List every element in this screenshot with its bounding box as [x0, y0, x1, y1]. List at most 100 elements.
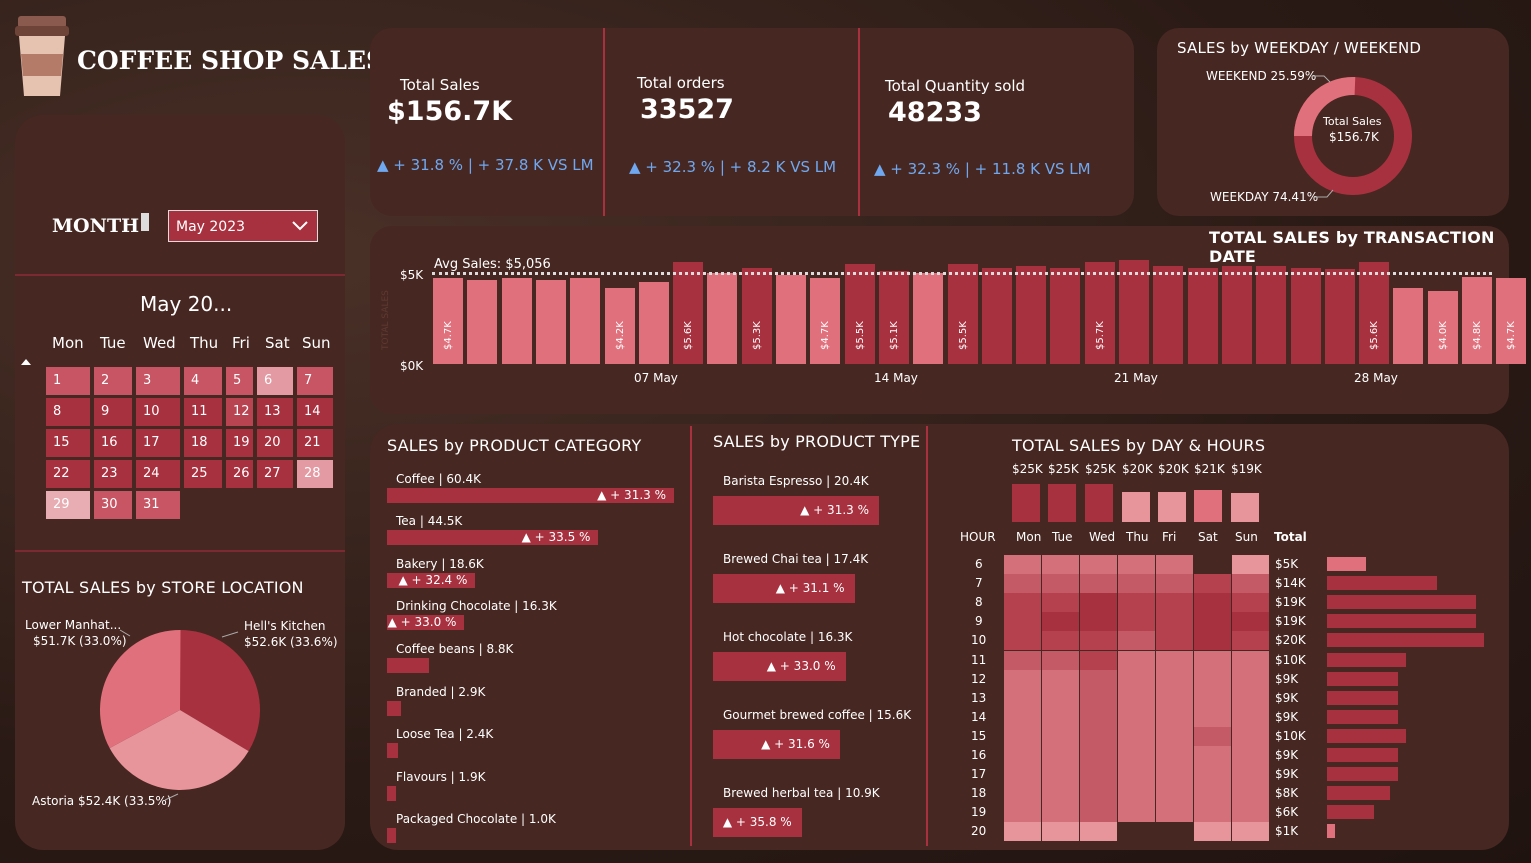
heatmap-cell[interactable] — [1194, 784, 1231, 804]
hour-total-bar[interactable] — [1327, 767, 1398, 782]
heatmap-cell[interactable] — [1118, 707, 1155, 727]
heatmap-cell[interactable] — [1042, 707, 1079, 727]
heatmap-cell[interactable] — [1156, 746, 1193, 765]
heatmap-cell[interactable] — [1232, 822, 1269, 842]
heatmap-cell[interactable] — [1118, 650, 1155, 670]
transaction-bar[interactable] — [981, 267, 1012, 364]
transaction-bar[interactable] — [913, 273, 944, 364]
hour-total-bar[interactable] — [1327, 748, 1398, 762]
heatmap-cell[interactable] — [1232, 707, 1269, 727]
heatmap-cell[interactable] — [1156, 631, 1193, 651]
transaction-bar[interactable] — [467, 280, 498, 364]
heatmap-cell[interactable] — [1004, 822, 1041, 842]
transaction-bar[interactable] — [1119, 260, 1149, 364]
heatmap-cell[interactable] — [1004, 803, 1041, 823]
heatmap-cell[interactable] — [1194, 669, 1231, 689]
hour-total-bar[interactable] — [1327, 614, 1477, 629]
heatmap-cell[interactable] — [1232, 803, 1269, 823]
transaction-bar[interactable] — [638, 282, 669, 364]
hour-total-bar[interactable] — [1327, 786, 1390, 801]
transaction-bar[interactable] — [1153, 265, 1184, 364]
day-total-bar[interactable] — [1231, 493, 1259, 522]
heatmap-cell[interactable] — [1194, 650, 1231, 670]
heatmap-cell[interactable] — [1232, 612, 1269, 632]
heatmap-cell[interactable] — [1004, 688, 1041, 708]
heatmap-cell[interactable] — [1080, 784, 1117, 804]
heatmap-cell[interactable] — [1194, 612, 1231, 632]
heatmap-cell[interactable] — [1118, 765, 1155, 785]
heatmap-cell[interactable] — [1080, 669, 1117, 689]
product-type-bar[interactable]: ▲ + 35.8 % — [713, 808, 802, 837]
heatmap-cell[interactable] — [1118, 726, 1155, 746]
heatmap-cell[interactable] — [1232, 650, 1269, 670]
heatmap-cell[interactable] — [1080, 650, 1117, 670]
hour-total-bar[interactable] — [1327, 805, 1375, 820]
hour-total-bar[interactable] — [1327, 652, 1406, 667]
heatmap-cell[interactable] — [1080, 707, 1117, 727]
category-bar[interactable]: ▲ + 31.3 % — [387, 488, 674, 503]
heatmap-cell[interactable] — [1194, 631, 1231, 651]
heatmap-cell[interactable] — [1156, 803, 1193, 823]
heatmap-cell[interactable] — [1232, 746, 1269, 765]
category-bar[interactable] — [387, 786, 397, 801]
product-type-bar[interactable]: ▲ + 31.1 % — [713, 574, 855, 603]
heatmap-cell[interactable] — [1156, 707, 1193, 727]
heatmap-cell[interactable] — [1232, 574, 1269, 594]
day-total-bar[interactable] — [1158, 491, 1186, 522]
heatmap-cell[interactable] — [1156, 688, 1193, 708]
heatmap-cell[interactable] — [1232, 631, 1269, 651]
heatmap-cell[interactable] — [1042, 593, 1079, 613]
heatmap-cell[interactable] — [1080, 765, 1117, 785]
transaction-bar[interactable] — [1393, 287, 1424, 364]
transaction-bar[interactable] — [1050, 267, 1081, 364]
heatmap-cell[interactable] — [1004, 726, 1041, 746]
heatmap-cell[interactable] — [1156, 726, 1193, 746]
heatmap-cell[interactable] — [1004, 707, 1041, 727]
heatmap-cell[interactable] — [1080, 803, 1117, 823]
heatmap-cell[interactable] — [1156, 669, 1193, 689]
heatmap-cell[interactable] — [1156, 574, 1193, 594]
heatmap-cell[interactable] — [1118, 688, 1155, 708]
heatmap-cell[interactable] — [1118, 593, 1155, 613]
category-bar[interactable] — [387, 701, 401, 716]
transaction-bar[interactable] — [707, 273, 738, 364]
heatmap-cell[interactable] — [1004, 612, 1041, 632]
heatmap-cell[interactable] — [1080, 688, 1117, 708]
heatmap-cell[interactable] — [1004, 669, 1041, 689]
day-total-bar[interactable] — [1048, 484, 1076, 522]
heatmap-cell[interactable] — [1156, 784, 1193, 804]
transaction-bar[interactable] — [1256, 265, 1287, 364]
heatmap-cell[interactable] — [1232, 688, 1269, 708]
heatmap-cell[interactable] — [1118, 669, 1155, 689]
hour-total-bar[interactable] — [1327, 576, 1437, 591]
category-bar[interactable] — [387, 743, 399, 758]
heatmap-cell[interactable] — [1232, 726, 1269, 746]
heatmap-cell[interactable] — [1042, 669, 1079, 689]
heatmap-cell[interactable] — [1004, 555, 1041, 574]
heatmap-cell[interactable] — [1118, 612, 1155, 632]
heatmap-cell[interactable] — [1042, 746, 1079, 765]
transaction-bar[interactable] — [501, 278, 532, 364]
transaction-bar[interactable] — [1290, 267, 1321, 364]
heatmap-cell[interactable] — [1194, 765, 1231, 785]
category-bar[interactable]: ▲ + 33.5 % — [387, 530, 599, 545]
heatmap-cell[interactable] — [1156, 612, 1193, 632]
heatmap-cell[interactable] — [1080, 555, 1117, 574]
transaction-bar[interactable] — [1016, 265, 1047, 364]
category-bar[interactable]: ▲ + 32.4 % — [387, 573, 476, 588]
heatmap-cell[interactable] — [1156, 593, 1193, 613]
heatmap-cell[interactable] — [1042, 822, 1079, 842]
hour-total-bar[interactable] — [1327, 824, 1335, 839]
heatmap-cell[interactable] — [1004, 593, 1041, 613]
heatmap-cell[interactable] — [1004, 784, 1041, 804]
heatmap-cell[interactable] — [1118, 803, 1155, 823]
category-bar[interactable] — [387, 658, 429, 673]
heatmap-cell[interactable] — [1156, 555, 1193, 574]
transaction-bar[interactable] — [1324, 269, 1355, 364]
heatmap-cell[interactable] — [1156, 765, 1193, 785]
hour-total-bar[interactable] — [1327, 690, 1398, 705]
product-type-bar[interactable]: ▲ + 31.6 % — [713, 730, 840, 759]
heatmap-cell[interactable] — [1232, 765, 1269, 785]
transaction-bar[interactable] — [776, 274, 806, 364]
heatmap-cell[interactable] — [1080, 726, 1117, 746]
